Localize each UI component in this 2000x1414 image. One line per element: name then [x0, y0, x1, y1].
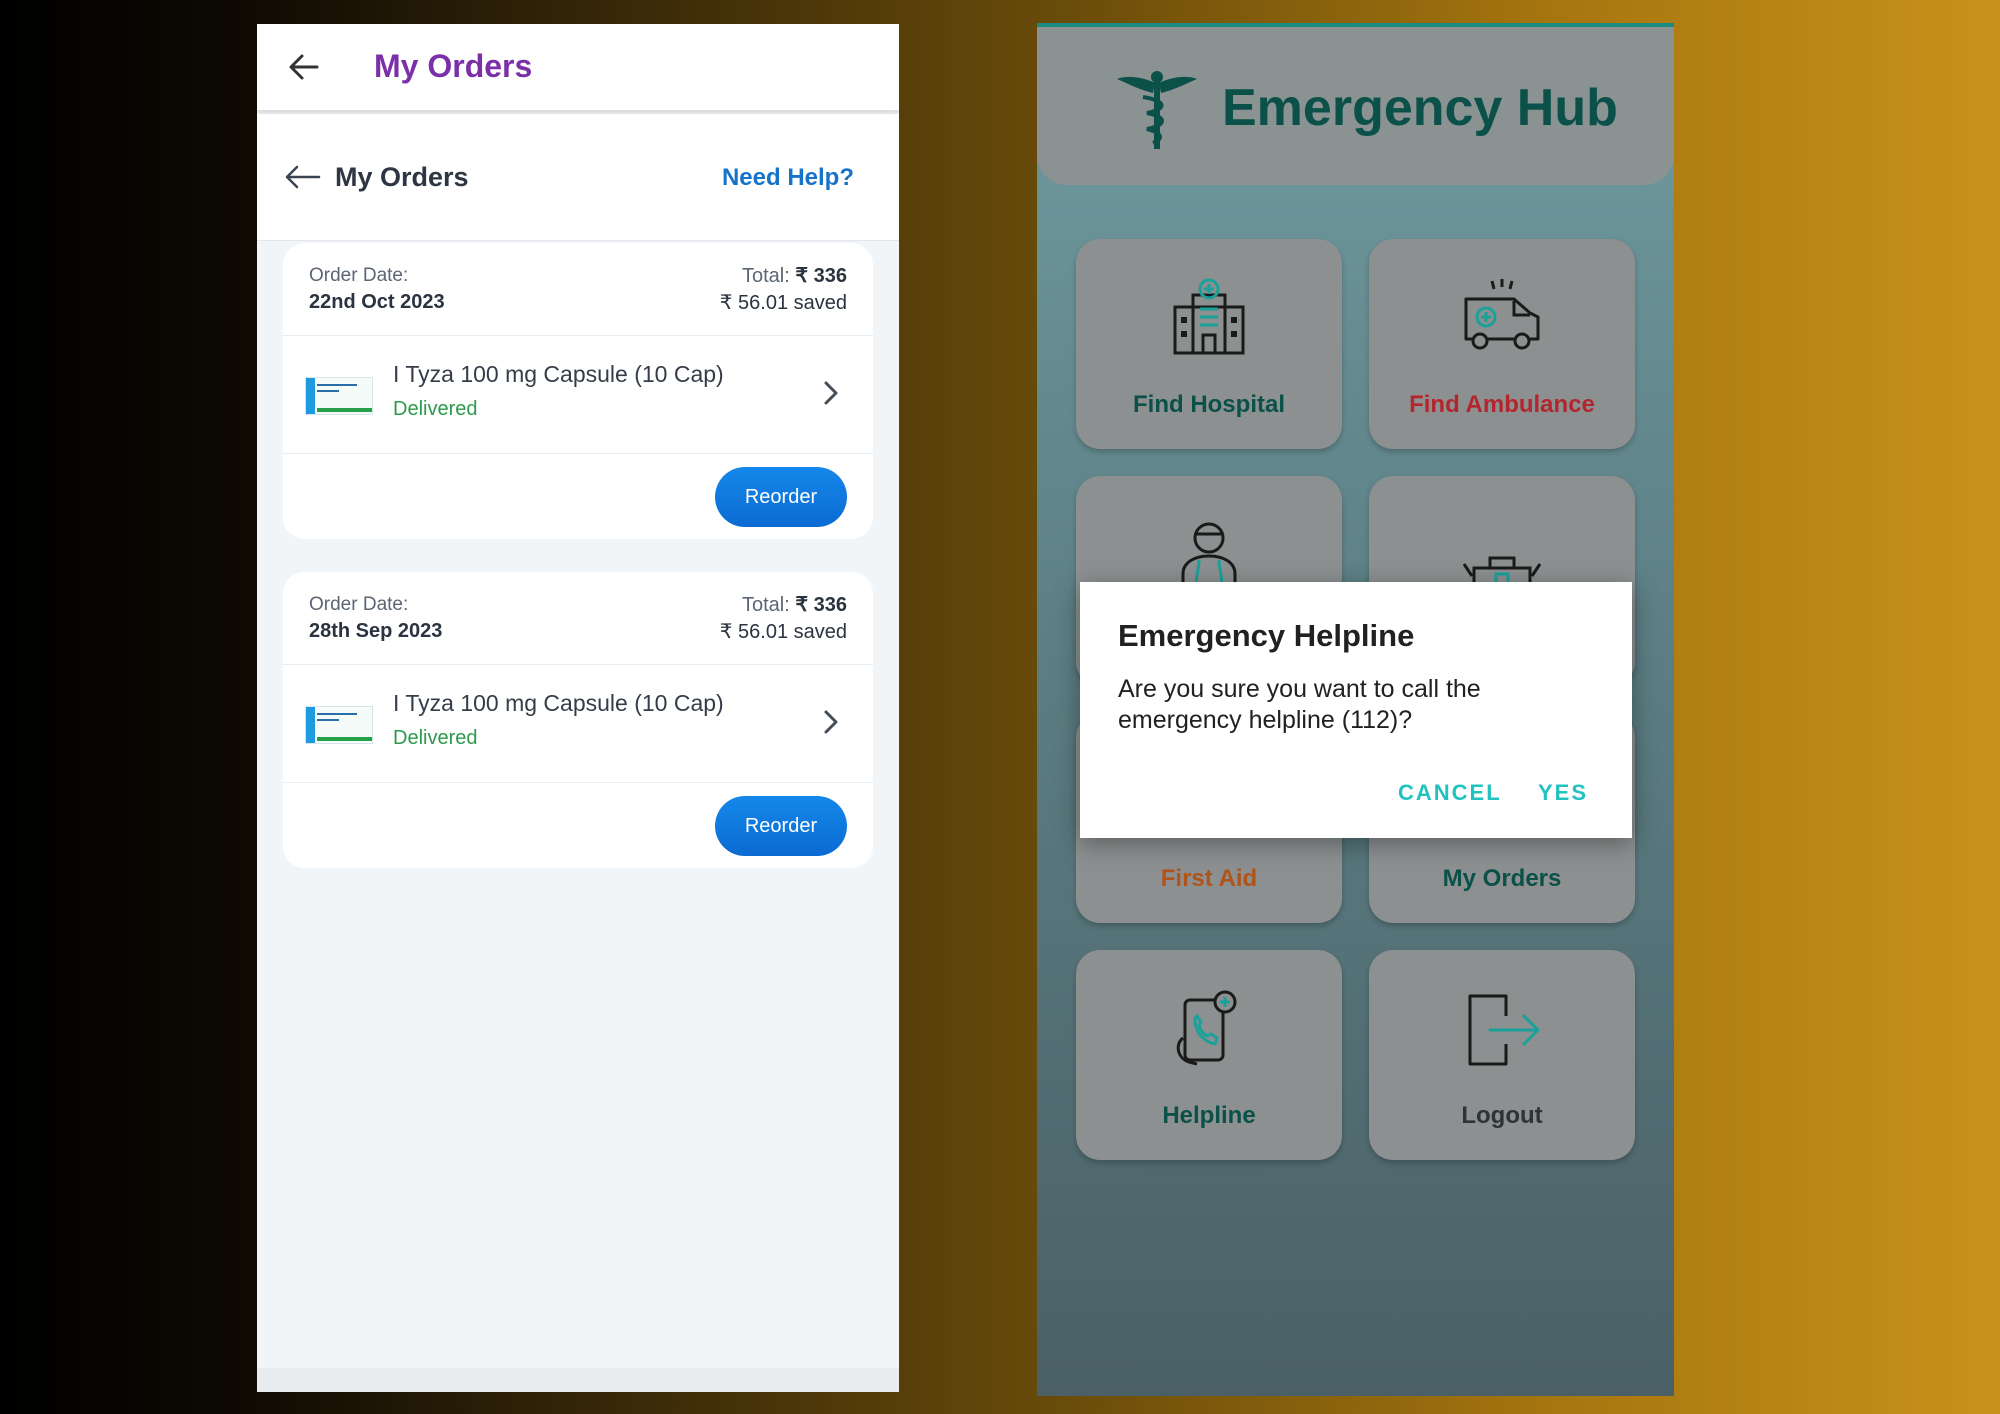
- product-name[interactable]: I Tyza 100 mg Capsule (10 Cap): [393, 361, 724, 388]
- order-status: Delivered: [393, 727, 478, 749]
- total-value: ₹ 336: [795, 594, 847, 616]
- product-thumbnail[interactable]: [305, 706, 373, 744]
- tile-label: My Orders: [1442, 865, 1562, 892]
- ambulance-icon: [1464, 279, 1540, 350]
- order-card: Order Date: 22nd Oct 2023 Total: ₹ 336 ₹…: [283, 243, 873, 539]
- phone-call-icon: [1176, 990, 1237, 1066]
- divider: [283, 782, 873, 783]
- order-date: 22nd Oct 2023: [309, 291, 445, 313]
- order-total: Total: ₹ 336: [742, 592, 847, 617]
- order-total: Total: ₹ 336: [742, 263, 847, 288]
- tile-find-ambulance[interactable]: Find Ambulance: [1369, 239, 1635, 449]
- orders-subheader: My Orders Need Help?: [257, 114, 899, 241]
- order-saved: ₹ 56.01 saved: [719, 621, 847, 643]
- bottom-bar: [257, 1368, 899, 1392]
- tile-helpline[interactable]: Helpline: [1076, 950, 1342, 1160]
- dialog-title: Emergency Helpline: [1118, 618, 1415, 653]
- product-thumbnail[interactable]: [305, 377, 373, 415]
- divider: [283, 664, 873, 665]
- back-arrow-icon[interactable]: [285, 164, 321, 190]
- emergency-helpline-dialog: Emergency Helpline Are you sure you want…: [1080, 582, 1632, 838]
- order-card: Order Date: 28th Sep 2023 Total: ₹ 336 ₹…: [283, 572, 873, 868]
- product-name[interactable]: I Tyza 100 mg Capsule (10 Cap): [393, 690, 724, 717]
- tile-label: Logout: [1461, 1102, 1543, 1129]
- divider: [283, 335, 873, 336]
- reorder-button[interactable]: Reorder: [715, 796, 847, 856]
- orders-screen: My Orders My Orders Need Help? Order Dat…: [257, 24, 899, 1392]
- tile-logout[interactable]: Logout: [1369, 950, 1635, 1160]
- need-help-link[interactable]: Need Help?: [722, 164, 854, 192]
- divider: [283, 453, 873, 454]
- order-saved: ₹ 56.01 saved: [719, 292, 847, 314]
- dialog-message: Are you sure you want to call the emerge…: [1118, 675, 1481, 734]
- hospital-icon: [1173, 278, 1245, 355]
- total-value: ₹ 336: [795, 265, 847, 287]
- yes-button[interactable]: YES: [1538, 780, 1588, 806]
- app-title: Emergency Hub: [1222, 79, 1618, 137]
- hub-header: Emergency Hub: [1037, 27, 1674, 185]
- chevron-right-icon[interactable]: [821, 379, 841, 407]
- reorder-button[interactable]: Reorder: [715, 467, 847, 527]
- page-title: My Orders: [374, 48, 533, 84]
- tile-label: Find Hospital: [1133, 391, 1285, 418]
- tile-find-hospital[interactable]: Find Hospital: [1076, 239, 1342, 449]
- section-title: My Orders: [335, 162, 469, 192]
- logout-icon: [1468, 994, 1540, 1066]
- app-bar: My Orders: [257, 24, 899, 110]
- chevron-right-icon[interactable]: [821, 708, 841, 736]
- tile-label: First Aid: [1160, 865, 1258, 892]
- order-date-label: Order Date:: [309, 594, 409, 615]
- order-date-label: Order Date:: [309, 265, 409, 286]
- total-label: Total:: [741, 265, 790, 287]
- total-label: Total:: [741, 594, 790, 616]
- order-status: Delivered: [393, 398, 478, 420]
- back-arrow-icon[interactable]: [287, 50, 321, 84]
- tile-label: Helpline: [1162, 1102, 1256, 1129]
- caduceus-icon: [1117, 71, 1197, 149]
- tile-label: Find Ambulance: [1409, 391, 1595, 418]
- cancel-button[interactable]: CANCEL: [1398, 780, 1502, 806]
- order-date: 28th Sep 2023: [309, 620, 443, 642]
